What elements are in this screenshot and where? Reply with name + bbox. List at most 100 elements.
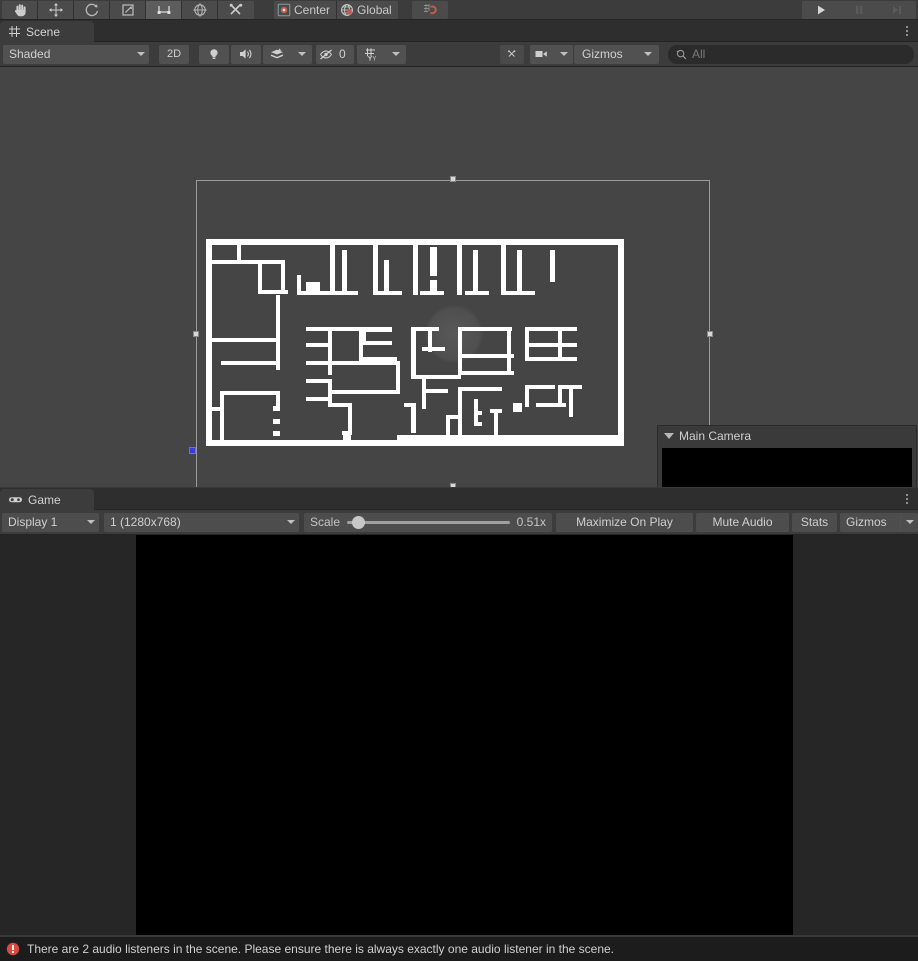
wall-segment [505, 291, 511, 295]
pause-button[interactable] [840, 1, 878, 19]
maximize-on-play-button[interactable]: Maximize On Play [556, 512, 693, 532]
triangle-down-icon[interactable] [664, 432, 674, 439]
status-message: There are 2 audio listeners in the scene… [27, 942, 615, 956]
scale-label: Scale [310, 515, 341, 529]
mute-audio-button[interactable]: Mute Audio [696, 512, 789, 532]
scene-menu-button[interactable] [901, 23, 913, 39]
wall-segment [536, 403, 566, 407]
hand-icon [14, 3, 26, 16]
pivot-rotation-button[interactable]: Global [337, 0, 398, 19]
scene-grid-button[interactable]: Y [357, 44, 385, 64]
search-icon [676, 49, 687, 59]
selection-handle-right[interactable] [707, 331, 713, 337]
scene-gizmos-button[interactable]: Gizmos [574, 44, 636, 64]
scene-view[interactable]: Main Camera [0, 67, 918, 487]
stats-button[interactable]: Stats [792, 512, 837, 532]
play-icon [818, 5, 825, 15]
draw-mode-dropdown[interactable]: Shaded [3, 44, 149, 64]
wall-segment [525, 327, 529, 357]
scale-slider-control[interactable]: Scale 0.51x [304, 512, 552, 532]
scale-slider-track[interactable] [347, 515, 510, 529]
game-gizmos-button[interactable]: Gizmos [840, 512, 900, 532]
pivot-handle[interactable] [189, 447, 196, 454]
scene-audio-button[interactable] [231, 44, 261, 64]
wall-segment [237, 239, 241, 262]
main-toolbar: Center Global [0, 0, 918, 20]
grid-snapping-button[interactable] [411, 0, 448, 19]
camera-preview-header[interactable]: Main Camera [658, 426, 916, 445]
wall-segment [525, 357, 577, 361]
play-button[interactable] [802, 1, 840, 19]
game-view[interactable] [0, 535, 918, 935]
wall-segment [513, 403, 522, 412]
wall-segment [501, 239, 506, 295]
game-render-area [136, 535, 793, 935]
wall-segment [328, 361, 400, 365]
scale-icon [121, 3, 134, 16]
tab-scene-label: Scene [26, 24, 61, 39]
eye-off-icon [320, 49, 332, 59]
hand-tool-button[interactable] [2, 0, 38, 19]
wall-segment [220, 407, 224, 441]
game-gizmos-dropdown[interactable] [901, 512, 918, 532]
scene-grid-icon [8, 25, 21, 38]
wall-segment [494, 411, 498, 437]
scene-gizmos-dropdown[interactable] [637, 44, 659, 64]
wall-segment [220, 391, 280, 395]
toggle-2d-button[interactable]: 2D [159, 44, 189, 64]
svg-text:Y: Y [372, 56, 376, 61]
step-button[interactable] [878, 1, 916, 19]
grid-snap-icon [423, 3, 437, 14]
game-panel: Game Display 1 1 (1280x768) Scale 0.51x … [0, 488, 918, 937]
scene-camera-dropdown[interactable] [555, 44, 573, 64]
mute-audio-label: Mute Audio [712, 515, 773, 529]
toggle-2d-label: 2D [166, 48, 182, 60]
selection-handle-top[interactable] [450, 176, 456, 182]
scale-tool-button[interactable] [110, 0, 146, 19]
wall-segment [462, 387, 502, 391]
wall-segment [411, 403, 416, 433]
tab-game[interactable]: Game [0, 489, 94, 510]
pause-icon [856, 6, 863, 14]
wall-segment [411, 375, 461, 379]
scene-camera-icon [535, 51, 547, 57]
scene-fx-button[interactable] [263, 44, 291, 64]
wall-segment [221, 361, 280, 365]
selection-handle-left[interactable] [193, 331, 199, 337]
rotate-tool-button[interactable] [74, 0, 110, 19]
wall-segment [465, 291, 489, 295]
wall-segment [343, 431, 351, 441]
wall-segment [206, 338, 280, 342]
resolution-dropdown[interactable]: 1 (1280x768) [104, 512, 299, 532]
scene-grid-dropdown[interactable] [386, 44, 406, 64]
error-icon [6, 942, 20, 956]
chevron-down-icon [287, 520, 295, 524]
selection-handle-bottom[interactable] [450, 483, 456, 487]
game-menu-button[interactable] [901, 491, 913, 507]
wall-segment [474, 411, 482, 415]
rect-transform-tool-button[interactable] [146, 0, 182, 19]
transform-tool-button[interactable] [182, 0, 218, 19]
wall-segment [430, 247, 437, 276]
snap-group [411, 0, 448, 19]
move-tool-button[interactable] [38, 0, 74, 19]
scene-camera-button[interactable] [530, 44, 554, 64]
scale-slider-knob[interactable] [351, 515, 365, 529]
pivot-mode-button[interactable]: Center [274, 0, 338, 19]
resolution-label: 1 (1280x768) [110, 515, 181, 529]
custom-tool-button[interactable] [218, 0, 254, 19]
hidden-objects-button[interactable]: 0 [316, 44, 354, 64]
scene-lighting-button[interactable] [199, 44, 229, 64]
transform-tools-group [2, 0, 254, 19]
scene-fx-dropdown[interactable] [292, 44, 312, 64]
display-dropdown[interactable]: Display 1 [2, 512, 99, 532]
tab-scene[interactable]: Scene [0, 21, 94, 42]
wall-segment [525, 385, 555, 389]
wall-segment [276, 295, 280, 342]
wall-segment [362, 327, 392, 332]
camera-preview-overlay[interactable]: Main Camera [657, 425, 917, 487]
scene-search-input[interactable]: All [668, 44, 914, 64]
scene-tools-button[interactable] [500, 44, 524, 64]
status-bar[interactable]: There are 2 audio listeners in the scene… [0, 937, 918, 961]
wall-segment [281, 260, 285, 290]
